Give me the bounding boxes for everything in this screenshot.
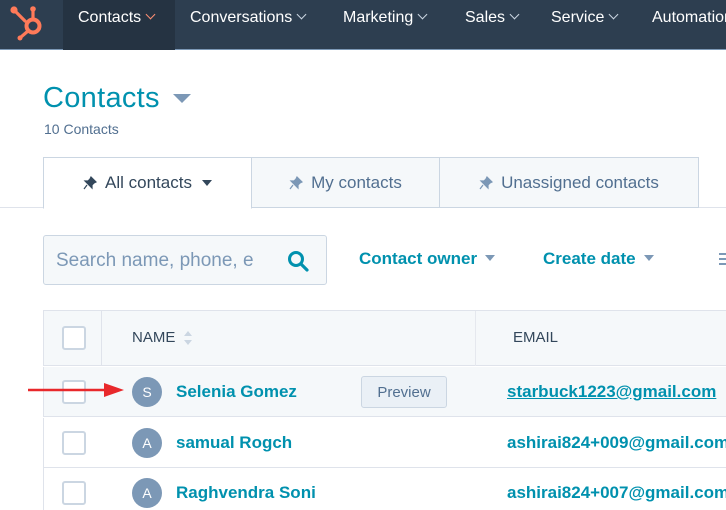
nav-item-marketing[interactable]: Marketing (343, 0, 428, 50)
contact-email-link[interactable]: ashirai824+007@gmail.com (507, 483, 726, 503)
contact-email-link[interactable]: ashirai824+009@gmail.com (507, 433, 726, 453)
nav-item-label: Automations (652, 9, 726, 26)
record-count: 10 Contacts (44, 121, 119, 137)
avatar: A (132, 478, 162, 508)
nav-item-contacts[interactable]: Contacts (63, 0, 175, 50)
pin-icon (83, 176, 98, 190)
top-navigation-bar: Contacts Conversations Marketing Sales S… (0, 0, 726, 50)
contact-name-link[interactable]: Selenia Gomez (176, 382, 297, 402)
caret-down-icon (201, 180, 212, 186)
pin-icon (479, 175, 494, 189)
tab-unassigned-contacts[interactable]: Unassigned contacts (439, 157, 699, 208)
chevron-down-icon (417, 9, 428, 20)
create-date-filter[interactable]: Create date (543, 249, 654, 269)
filter-label: Contact owner (359, 249, 478, 268)
table-row[interactable]: S Selenia Gomez Preview starbuck1223@gma… (43, 367, 726, 417)
nav-item-label: Marketing (343, 9, 414, 26)
table-row[interactable]: A Raghvendra Soni ashirai824+007@gmail.c… (43, 468, 726, 510)
nav-item-label: Contacts (78, 9, 142, 26)
tab-label: My contacts (311, 172, 402, 192)
contact-email-link[interactable]: starbuck1223@gmail.com (507, 382, 716, 402)
nav-item-conversations[interactable]: Conversations (190, 0, 307, 50)
tab-all-contacts[interactable]: All contacts (43, 157, 252, 209)
chevron-down-icon (608, 9, 619, 20)
column-header-email[interactable]: EMAIL (513, 329, 558, 346)
nav-item-automations[interactable]: Automations (652, 0, 726, 50)
chevron-down-icon (296, 9, 307, 20)
pin-icon (289, 175, 304, 189)
search-icon[interactable] (287, 250, 309, 272)
contact-name-link[interactable]: samual Rogch (176, 433, 292, 453)
avatar: A (132, 428, 162, 458)
column-header-name[interactable]: NAME (132, 329, 175, 346)
caret-down-icon (485, 255, 496, 261)
column-divider[interactable] (475, 311, 476, 366)
tab-my-contacts[interactable]: My contacts (251, 157, 440, 208)
chevron-down-icon (145, 9, 156, 20)
row-checkbox[interactable] (62, 431, 86, 455)
filter-label: Create date (543, 249, 636, 268)
nav-item-service[interactable]: Service (551, 0, 619, 50)
advanced-filters-icon[interactable] (717, 251, 726, 267)
row-checkbox[interactable] (62, 481, 86, 505)
page-title[interactable]: Contacts (43, 82, 160, 115)
nav-item-label: Service (551, 9, 605, 26)
hubspot-logo-icon[interactable] (6, 4, 44, 44)
nav-item-label: Sales (465, 9, 506, 26)
caret-down-icon[interactable] (173, 94, 191, 103)
search-box (43, 235, 327, 285)
table-header: NAME EMAIL (43, 310, 726, 366)
caret-down-icon (643, 255, 654, 261)
tab-label: All contacts (105, 173, 192, 192)
tab-label: Unassigned contacts (501, 172, 659, 192)
annotation-arrow-icon (28, 383, 124, 397)
select-all-checkbox[interactable] (62, 326, 86, 350)
contact-name-link[interactable]: Raghvendra Soni (176, 483, 316, 503)
table-row[interactable]: A samual Rogch ashirai824+009@gmail.com (43, 418, 726, 468)
contact-owner-filter[interactable]: Contact owner (359, 249, 496, 269)
chevron-down-icon (509, 9, 520, 20)
select-all-cell (44, 311, 102, 366)
nav-item-sales[interactable]: Sales (465, 0, 520, 50)
avatar: S (132, 377, 162, 407)
preview-button[interactable]: Preview (361, 376, 447, 408)
nav-item-label: Conversations (190, 9, 293, 26)
search-input[interactable] (56, 248, 271, 274)
sort-icon[interactable] (183, 329, 193, 347)
